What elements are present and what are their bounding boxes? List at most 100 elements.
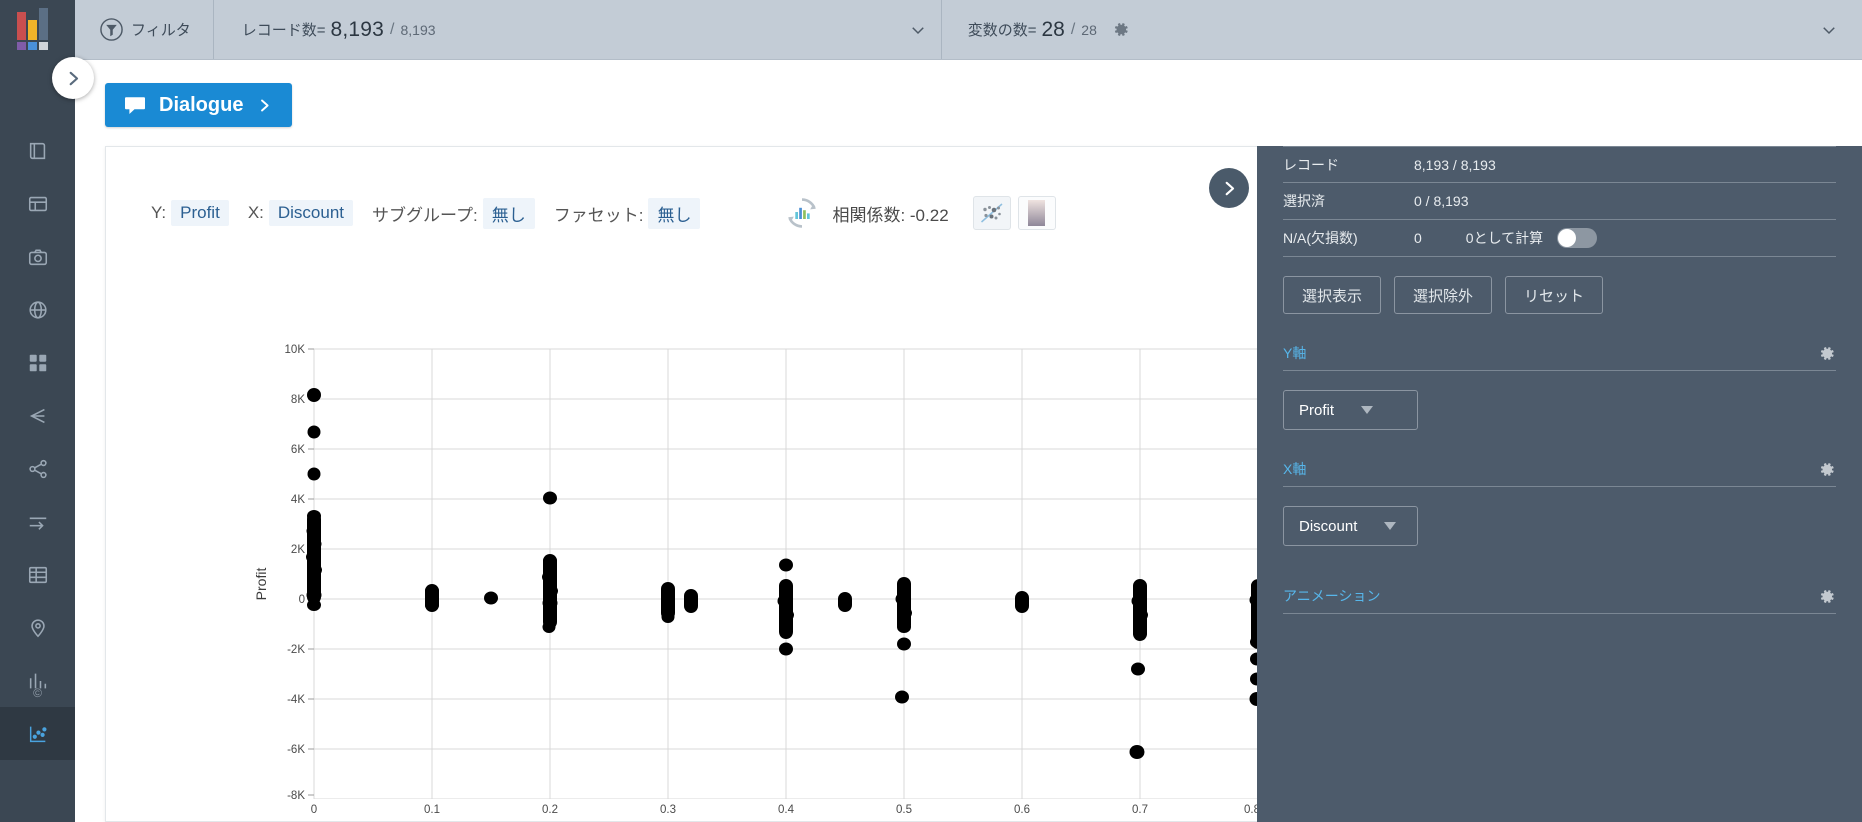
- y-axis-title: Profit: [253, 568, 269, 601]
- svg-text:-2K: -2K: [287, 644, 305, 656]
- y-axis-variable-pill[interactable]: Profit: [171, 200, 229, 226]
- record-count-dropdown[interactable]: レコード数= 8,193 / 8,193: [214, 0, 942, 59]
- chevron-down-icon: [1384, 522, 1397, 530]
- x-axis-labels-svg: 0 0.1 0.2 0.3 0.4 0.5 0.6 0.7 0.8 Discou…: [311, 804, 1257, 816]
- branch-icon[interactable]: [0, 389, 75, 442]
- gear-icon: [1114, 23, 1128, 36]
- dialogue-toolbar: Dialogue: [75, 60, 1862, 127]
- scatter-chart-icon[interactable]: [0, 707, 75, 760]
- x-axis-variable-pill[interactable]: Discount: [268, 200, 354, 226]
- selected-key: 選択済: [1283, 193, 1325, 209]
- gradient-swatch: [1028, 200, 1046, 226]
- copyright-mark: ©: [33, 686, 42, 700]
- records-key: レコード: [1283, 156, 1339, 173]
- subgroup-value-pill[interactable]: 無し: [482, 197, 535, 229]
- svg-text:0: 0: [299, 594, 305, 606]
- svg-text:-6K: -6K: [287, 744, 305, 756]
- selected-row: 選択済 0 / 8,193: [1283, 183, 1836, 220]
- x-axis-dropdown-value: Discount: [1299, 517, 1358, 535]
- table-icon[interactable]: [0, 548, 75, 601]
- cluster-x0.32: [684, 589, 698, 613]
- treat-as-zero-label: 0として計算: [1465, 230, 1544, 246]
- svg-text:0.5: 0.5: [896, 804, 912, 816]
- variable-count-separator: /: [1070, 20, 1076, 38]
- correlation-group: 相関係数: -0.22: [784, 195, 1056, 231]
- record-count-separator: /: [390, 20, 395, 38]
- gear-icon[interactable]: [1817, 460, 1836, 479]
- rail-icon-list: [0, 124, 75, 760]
- variable-count-dropdown[interactable]: 変数の数= 28 / 28: [942, 0, 1862, 59]
- gear-icon[interactable]: [1817, 344, 1836, 363]
- na-row: N/A(欠損数) 0 0として計算: [1283, 220, 1836, 257]
- arrow-flow-icon[interactable]: [0, 495, 75, 548]
- globe-icon[interactable]: [0, 283, 75, 336]
- grid-icon[interactable]: [0, 336, 75, 389]
- camera-icon[interactable]: [0, 230, 75, 283]
- chevron-down-icon: [911, 26, 924, 34]
- variable-count-label: 変数の数=: [967, 22, 1037, 39]
- chevron-right-icon: [1225, 181, 1234, 195]
- app-window: © フィルタ レコード数= 8,193 / 8,193 変数の数= 28 / 2…: [0, 0, 1862, 822]
- pin-icon[interactable]: [0, 601, 75, 654]
- funnel-icon: [100, 18, 123, 41]
- svg-text:0.7: 0.7: [1132, 804, 1148, 816]
- scatter-plot-icon[interactable]: [972, 196, 1011, 230]
- record-count-label: レコード数=: [241, 22, 326, 39]
- variable-count-value: 28: [1041, 17, 1065, 41]
- animation-section-header: アニメーション: [1283, 586, 1836, 614]
- correlation-coefficient: 相関係数: -0.22: [832, 205, 949, 225]
- main-content: フィルタ レコード数= 8,193 / 8,193 変数の数= 28 / 28: [75, 0, 1862, 822]
- selected-value: 0 / 8,193: [1414, 193, 1469, 209]
- cluster-x0.3: [661, 582, 675, 623]
- facet-value-pill[interactable]: 無し: [648, 197, 701, 229]
- cluster-x0.15: [484, 591, 498, 605]
- dialogue-label: Dialogue: [159, 93, 244, 116]
- chevron-down-icon: [1823, 26, 1835, 34]
- data-frame-icon[interactable]: [0, 177, 75, 230]
- y-axis-section-label: Y軸: [1283, 345, 1307, 361]
- svg-text:0.6: 0.6: [1014, 804, 1030, 816]
- subgroup-label: サブグループ:: [372, 205, 478, 225]
- share-icon[interactable]: [0, 442, 75, 495]
- svg-text:0.3: 0.3: [660, 804, 676, 816]
- next-chart-button[interactable]: [1209, 168, 1249, 208]
- data-points: [306, 388, 1257, 759]
- facet-label: ファセット:: [553, 205, 644, 225]
- reset-button[interactable]: リセット: [1505, 276, 1604, 314]
- record-count-value: 8,193: [330, 17, 385, 41]
- treat-as-zero-toggle[interactable]: [1557, 228, 1598, 248]
- book-icon[interactable]: [0, 124, 75, 177]
- refresh-chart-icon[interactable]: [784, 195, 820, 231]
- na-key: N/A(欠損数): [1283, 230, 1358, 246]
- svg-text:0.2: 0.2: [542, 804, 558, 816]
- svg-text:-4K: -4K: [287, 694, 305, 706]
- selection-button-row: 選択表示 選択除外 リセット: [1283, 276, 1836, 314]
- svg-text:8K: 8K: [291, 394, 305, 406]
- variable-count-total: 28: [1081, 21, 1097, 38]
- filter-button[interactable]: フィルタ: [75, 0, 214, 59]
- show-selected-button[interactable]: 選択表示: [1283, 276, 1382, 314]
- svg-text:0.8: 0.8: [1244, 804, 1257, 816]
- dialogue-button[interactable]: Dialogue: [105, 83, 293, 127]
- exclude-selected-button[interactable]: 選択除外: [1394, 276, 1493, 314]
- y-axis-variable-dropdown[interactable]: Profit: [1283, 390, 1418, 430]
- chart-settings-panel: レコード 8,193 / 8,193 選択済 0 / 8,193 N/A(欠損数…: [1257, 146, 1862, 822]
- scatter-plot[interactable]: 10K 8K 6K 4K 2K 0 -2K -4K -6K -8K Profit…: [106, 239, 1257, 816]
- cluster-x0.1: [425, 584, 439, 612]
- chevron-right-icon: [69, 71, 78, 85]
- x-axis-variable-dropdown[interactable]: Discount: [1283, 506, 1418, 546]
- na-value: 0: [1414, 230, 1422, 246]
- svg-text:10K: 10K: [285, 344, 306, 356]
- app-logo: [15, 8, 61, 52]
- cluster-x0.7: [1129, 579, 1148, 759]
- x-axis-control-label: X:: [247, 203, 264, 222]
- svg-text:-8K: -8K: [287, 790, 305, 799]
- color-gradient-icon[interactable]: [1017, 196, 1056, 230]
- chevron-down-icon: [1361, 406, 1374, 414]
- speech-bubble-icon: [125, 97, 145, 114]
- animation-section-label: アニメーション: [1283, 588, 1381, 604]
- expand-sidebar-button[interactable]: [52, 57, 94, 99]
- gear-icon[interactable]: [1817, 587, 1836, 606]
- y-axis-dropdown-value: Profit: [1299, 401, 1335, 419]
- chart-type-toggle-group: [972, 196, 1056, 230]
